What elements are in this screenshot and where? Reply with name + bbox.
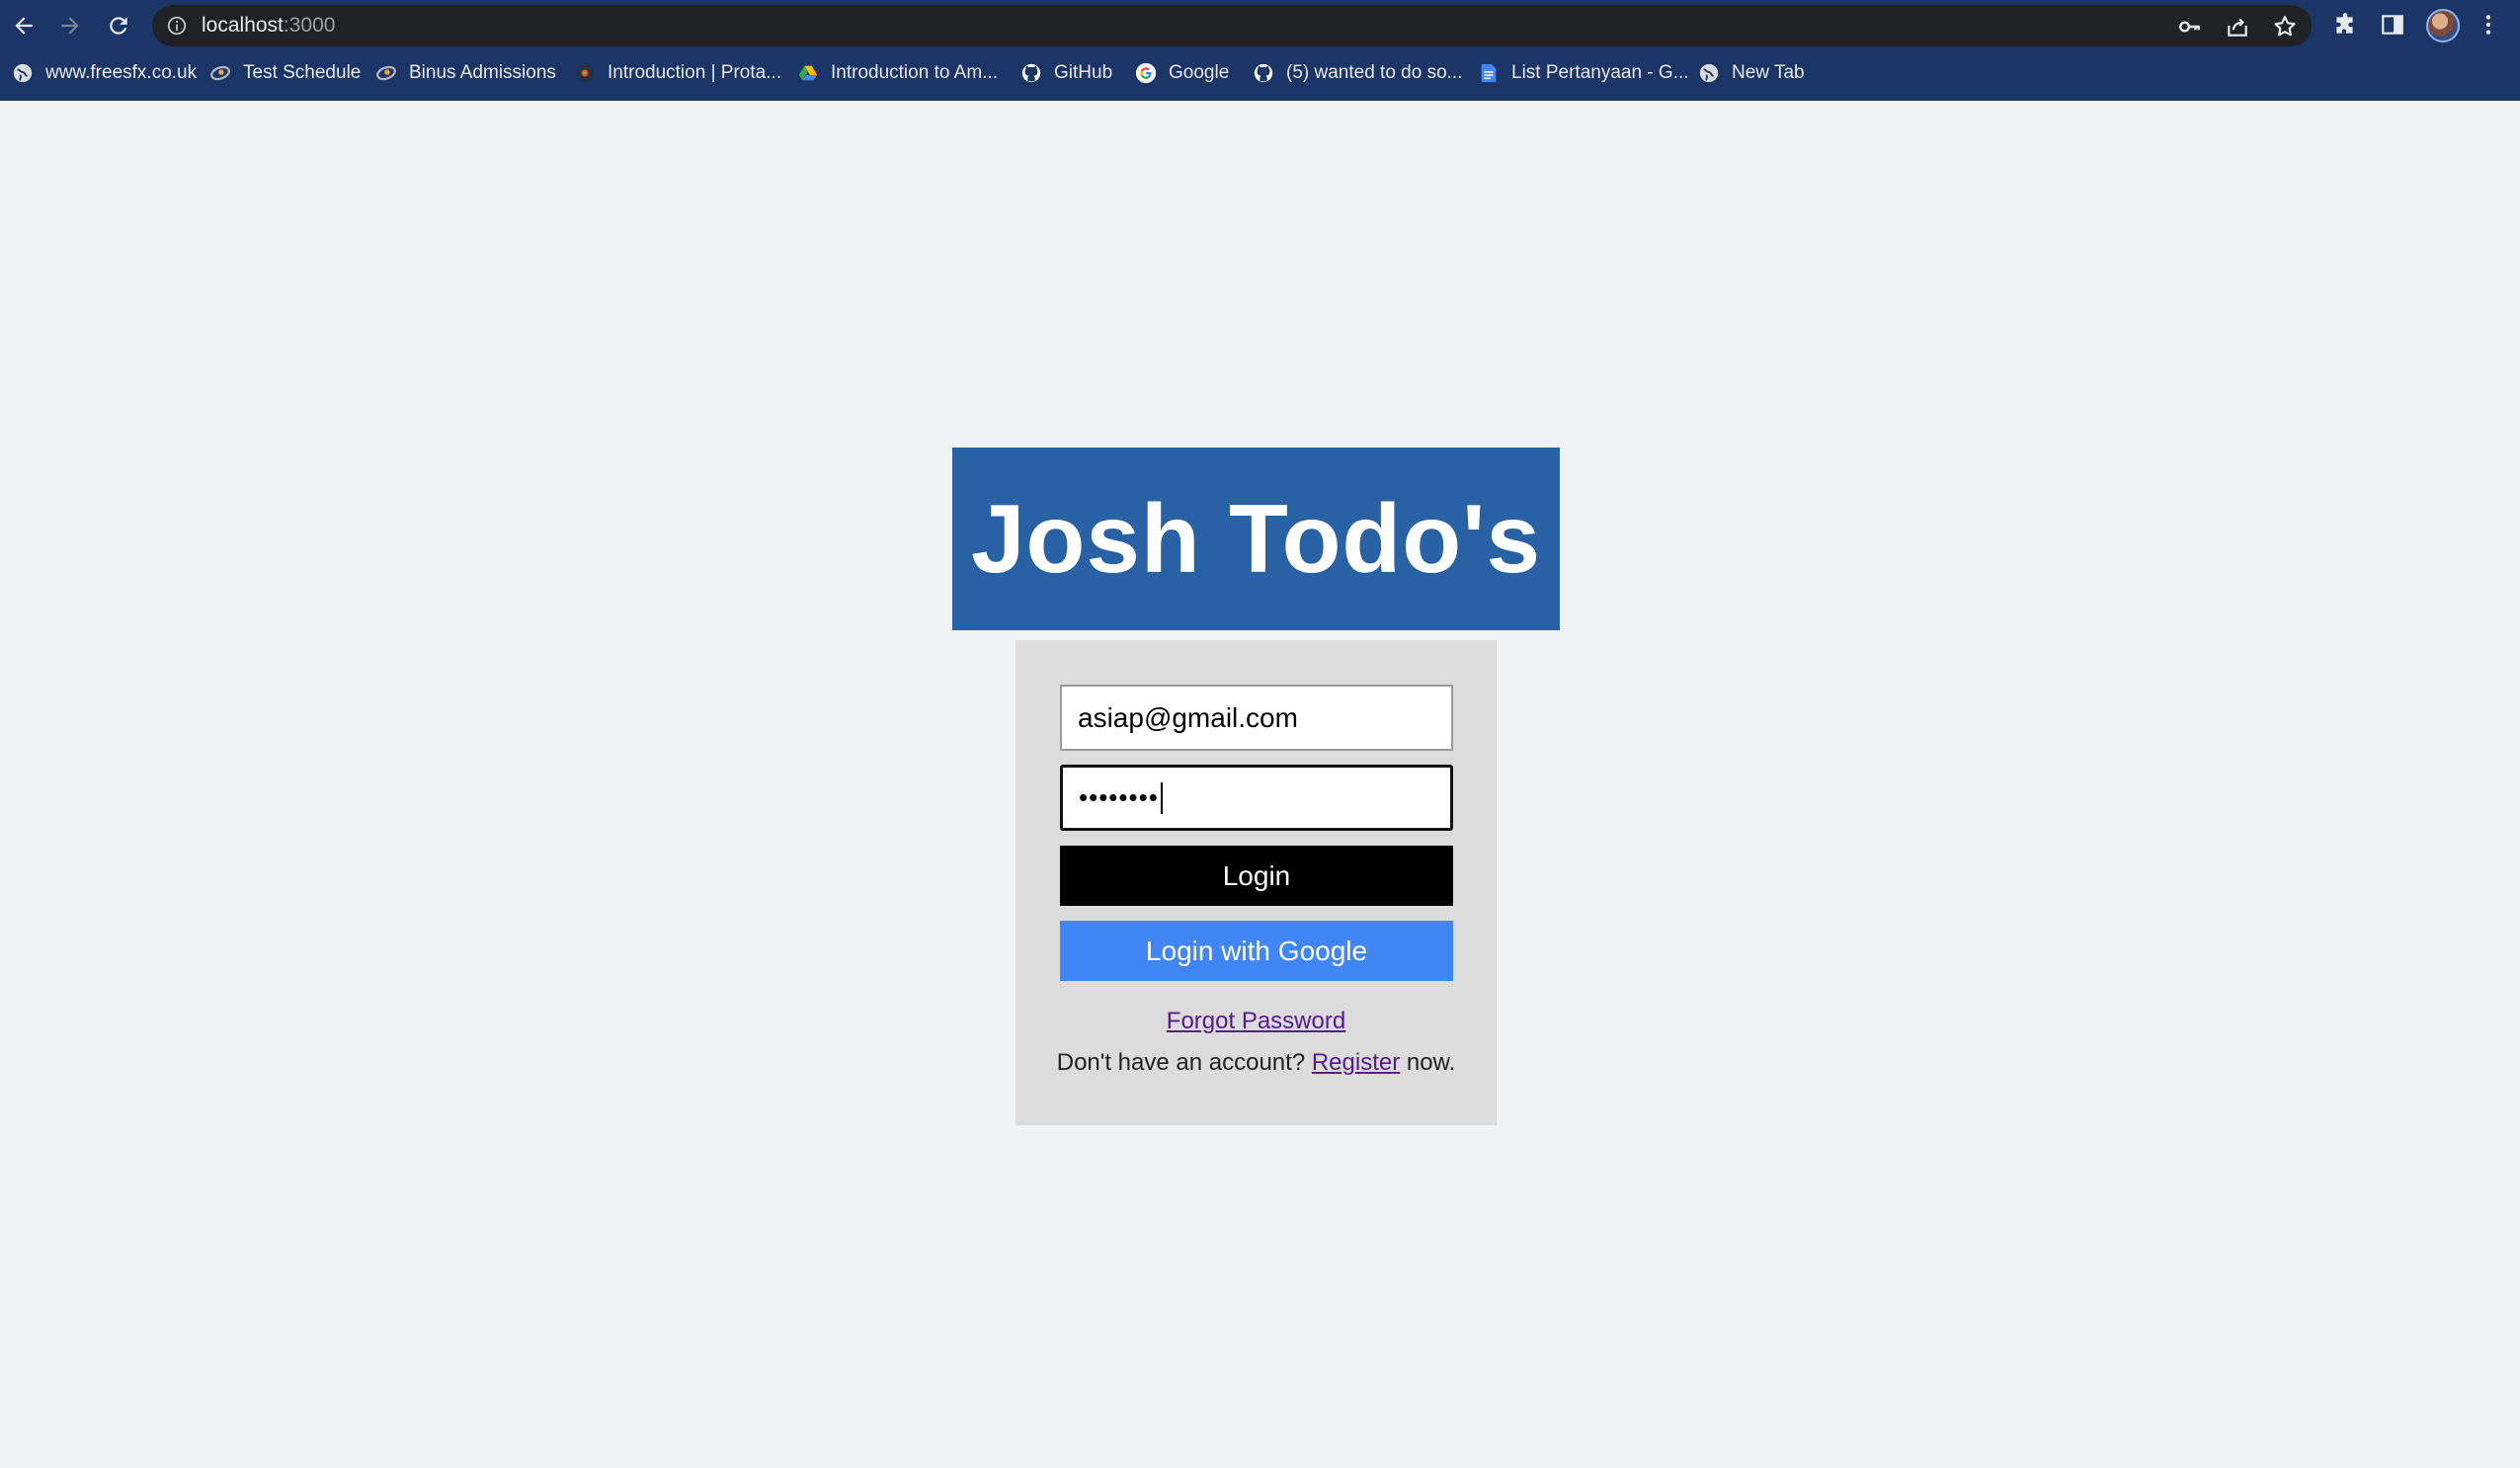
url-port: :3000 <box>283 14 336 37</box>
login-form: •••••••• Login Login with Google Forgot … <box>1016 640 1497 1125</box>
key-icon[interactable] <box>2177 14 2203 40</box>
bookmark-binus-admissions[interactable]: Binus Admissions <box>375 55 556 91</box>
bookmark-github[interactable]: GitHub <box>1020 55 1112 91</box>
bookmark-google[interactable]: Google <box>1135 55 1229 91</box>
side-panel-icon <box>2382 15 2403 35</box>
password-field[interactable]: •••••••• <box>1060 765 1453 831</box>
reload-button[interactable] <box>102 9 135 42</box>
menu-button[interactable] <box>2475 11 2502 39</box>
arrow-right-icon <box>61 17 79 35</box>
register-suffix: now. <box>1406 1049 1456 1076</box>
forgot-password-row: Forgot Password <box>1016 1008 1497 1035</box>
google-drive-icon <box>797 62 819 84</box>
bookmark-test-schedule[interactable]: Test Schedule <box>209 55 361 91</box>
info-icon[interactable] <box>166 15 188 37</box>
protractor-icon <box>574 62 596 84</box>
bookmark-label: List Pertanyaan - G... <box>1511 62 1689 83</box>
share-icon[interactable] <box>2225 14 2250 40</box>
puzzle-icon <box>2336 13 2353 34</box>
profile-avatar[interactable] <box>2426 9 2460 42</box>
binus-icon <box>375 62 397 84</box>
bookmark-label: Introduction to Am... <box>831 62 998 83</box>
app-header: Josh Todo's <box>952 448 1560 630</box>
bookmark-label: (5) wanted to do so... <box>1286 62 1463 83</box>
register-row: Don't have an account? Register now. <box>1016 1049 1497 1077</box>
bookmark-label: Introduction | Prota... <box>608 62 782 83</box>
bookmark-wanted-to-do[interactable]: (5) wanted to do so... <box>1253 55 1463 91</box>
back-button[interactable] <box>7 9 41 42</box>
bookmarks-bar: www.freesfx.co.uk Test Schedule Binus Ad… <box>0 55 2520 91</box>
bookmark-freesfx[interactable]: www.freesfx.co.uk <box>12 55 197 91</box>
browser-toolbar: localhost:3000 <box>0 0 2520 51</box>
bookmark-protractor[interactable]: Introduction | Prota... <box>574 55 781 91</box>
reload-icon <box>110 17 127 35</box>
google-icon <box>1135 62 1157 84</box>
side-panel-button[interactable] <box>2379 11 2406 39</box>
forward-button[interactable] <box>53 9 87 42</box>
bookmark-list-pertanyaan[interactable]: List Pertanyaan - G... <box>1478 55 1689 91</box>
arrow-left-icon <box>15 17 33 35</box>
github-icon <box>1020 62 1042 84</box>
bookmark-label: GitHub <box>1054 62 1113 83</box>
address-bar[interactable]: localhost:3000 <box>152 5 2312 46</box>
bookmark-label: New Tab <box>1732 62 1805 83</box>
forgot-password-link[interactable]: Forgot Password <box>1167 1008 1345 1034</box>
google-docs-icon <box>1478 62 1500 84</box>
github-icon <box>1253 62 1274 84</box>
bookmark-introduction-to-am[interactable]: Introduction to Am... <box>797 55 998 91</box>
register-link[interactable]: Register <box>1312 1049 1400 1076</box>
bookmark-label: Test Schedule <box>243 62 362 83</box>
bookmark-label: www.freesfx.co.uk <box>45 62 198 83</box>
register-prompt: Don't have an account? <box>1056 1049 1306 1076</box>
login-button[interactable]: Login <box>1060 846 1453 906</box>
app-title: Josh Todo's <box>971 484 1541 593</box>
google-login-button[interactable]: Login with Google <box>1060 921 1453 981</box>
globe-icon <box>1698 62 1720 84</box>
globe-icon <box>12 62 34 84</box>
more-vert-icon <box>2485 15 2491 35</box>
bookmark-new-tab[interactable]: New Tab <box>1698 55 1805 91</box>
url-text[interactable]: localhost:3000 <box>202 5 335 46</box>
browser-chrome: localhost:3000 www.freesfx.co.uk Test Sc… <box>0 0 2520 101</box>
url-host: localhost <box>202 14 284 37</box>
bookmark-label: Google <box>1169 62 1230 83</box>
password-mask: •••••••• <box>1079 782 1159 812</box>
bookmark-label: Binus Admissions <box>409 62 556 83</box>
text-caret <box>1160 781 1163 814</box>
email-field[interactable] <box>1060 685 1453 751</box>
extensions-button[interactable] <box>2331 11 2359 39</box>
binus-icon <box>209 62 231 84</box>
star-icon[interactable] <box>2272 14 2298 40</box>
